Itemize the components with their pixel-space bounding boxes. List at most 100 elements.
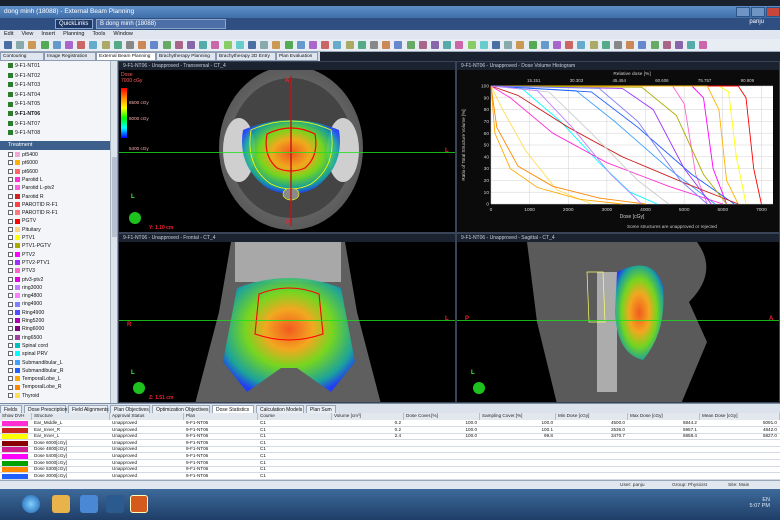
visibility-checkbox[interactable] — [8, 293, 13, 299]
column-header[interactable]: Max Dose [cGy] — [628, 413, 700, 420]
toolbar-button[interactable] — [516, 41, 525, 49]
toolbar-button[interactable] — [504, 41, 513, 49]
plan-item[interactable]: 9-F1-NT05 — [8, 101, 40, 109]
toolbar-button[interactable] — [309, 41, 317, 49]
column-header[interactable]: Approval Status — [110, 413, 184, 420]
dvh-line-swatch[interactable] — [2, 467, 28, 473]
plan-item[interactable]: 9-F1-NT02 — [8, 73, 40, 81]
toolbar-button[interactable] — [589, 41, 598, 49]
toolbar-button[interactable] — [675, 41, 683, 49]
toolbar-button[interactable] — [272, 41, 281, 49]
toolbar-button[interactable] — [601, 41, 610, 49]
structure-item[interactable]: PAROTID R-F1 — [8, 210, 58, 218]
structure-item[interactable]: ring4900 — [8, 301, 42, 309]
toolbar-button[interactable] — [455, 41, 464, 49]
toolbar-button[interactable] — [40, 41, 49, 49]
menu-item[interactable]: Tools — [93, 31, 106, 38]
visibility-checkbox[interactable] — [8, 210, 13, 216]
plan-item[interactable]: 9-F1-NT08 — [8, 130, 40, 138]
toolbar-button[interactable] — [553, 41, 561, 49]
dvh-line-swatch[interactable] — [2, 447, 28, 453]
structure-item[interactable]: Spinal cord — [8, 343, 48, 351]
visibility-checkbox[interactable] — [8, 351, 13, 357]
menu-item[interactable]: Insert — [41, 31, 55, 38]
toolbar-button[interactable] — [699, 41, 708, 49]
plan-item[interactable]: 9-F1-NT04 — [8, 92, 40, 100]
toolbar-button[interactable] — [284, 41, 293, 49]
toolbar-button[interactable] — [418, 41, 427, 49]
toolbar-button[interactable] — [77, 41, 86, 49]
structure-item[interactable]: PTV2-PTV1 — [8, 260, 50, 268]
menu-item[interactable]: Edit — [4, 31, 13, 38]
toolbar-button[interactable] — [370, 41, 378, 49]
visibility-checkbox[interactable] — [8, 243, 13, 249]
toolbar-button[interactable] — [260, 41, 269, 49]
column-header[interactable]: Course — [258, 413, 332, 420]
column-header[interactable]: Show DVH — [0, 413, 32, 420]
toolbar-button[interactable] — [187, 41, 195, 49]
toolbar-button[interactable] — [650, 41, 659, 49]
tab-brachytherapy-planning[interactable]: Brachytherapy Planning — [156, 52, 216, 61]
visibility-checkbox[interactable] — [8, 160, 13, 166]
structure-item[interactable]: PTV2 — [8, 252, 35, 260]
structure-item[interactable]: TemporalLobe_L — [8, 376, 61, 384]
patient-selector[interactable]: B dong minh (18088) — [96, 19, 226, 29]
column-header[interactable]: Dose Cover.[%] — [404, 413, 480, 420]
toolbar-button[interactable] — [357, 41, 366, 49]
visibility-checkbox[interactable] — [8, 301, 13, 307]
structure-item[interactable]: spinal PRV — [8, 351, 48, 359]
dvh-line-swatch[interactable] — [2, 473, 28, 479]
toolbar-button[interactable] — [113, 41, 122, 49]
plan-item[interactable]: 9-F1-NT06 — [8, 111, 40, 119]
visibility-checkbox[interactable] — [8, 343, 13, 349]
toolbar-button[interactable] — [687, 41, 696, 49]
system-tray[interactable]: EN 5:07 PM — [750, 497, 770, 509]
structure-item[interactable]: PTV1-PGTV — [8, 243, 51, 251]
structure-item[interactable]: PTV3 — [8, 268, 35, 276]
plan-item[interactable]: 9-F1-NT01 — [8, 63, 40, 71]
visibility-checkbox[interactable] — [8, 226, 13, 232]
toolbar-button[interactable] — [638, 41, 647, 49]
toolbar-button[interactable] — [565, 41, 574, 49]
structure-item[interactable]: Submandibular_R — [8, 368, 64, 376]
sagittal-view[interactable]: 9-F1-NT06 - Unapproved - Sagittal - CT_4… — [456, 233, 780, 403]
structure-item[interactable]: PGTV — [8, 218, 36, 226]
column-header[interactable]: Sampling Cover.[%] — [480, 413, 556, 420]
menu-item[interactable]: View — [21, 31, 33, 38]
tab-contouring[interactable]: Contouring — [0, 52, 44, 61]
treatment-row[interactable]: Treatment — [0, 141, 117, 150]
visibility-checkbox[interactable] — [8, 367, 13, 373]
structure-item[interactable]: PTV1 — [8, 235, 35, 243]
structure-item[interactable]: Parotid L-ptv2 — [8, 185, 54, 193]
toolbar-button[interactable] — [52, 41, 61, 49]
plan-item[interactable]: 9-F1-NT03 — [8, 82, 40, 90]
structure-item[interactable]: Ring4900 — [8, 310, 44, 318]
visibility-checkbox[interactable] — [8, 168, 13, 174]
toolbar-button[interactable] — [345, 41, 354, 49]
toolbar-button[interactable] — [28, 41, 37, 49]
structure-item[interactable]: Thyroid — [8, 393, 39, 401]
maximize-button[interactable] — [751, 7, 765, 17]
current-user[interactable]: panju — [749, 19, 764, 29]
structure-item[interactable]: Parotid R — [8, 194, 44, 202]
tab-plan-evaluation[interactable]: Plan Evaluation — [276, 52, 318, 61]
structure-item[interactable]: Submandibular_L — [8, 360, 63, 368]
toolbar-button[interactable] — [540, 41, 549, 49]
visibility-checkbox[interactable] — [8, 309, 13, 315]
structure-item[interactable]: Ring6000 — [8, 326, 44, 334]
toolbar-button[interactable] — [65, 41, 73, 49]
scope-scrollbar[interactable] — [110, 61, 117, 403]
toolbar-button[interactable] — [406, 41, 415, 49]
toolbar-button[interactable] — [577, 41, 586, 49]
structure-item[interactable]: ring4800 — [8, 293, 42, 301]
dvh-line-swatch[interactable] — [2, 454, 28, 459]
column-header[interactable]: Mean Dose [cGy] — [700, 413, 780, 420]
plan-item[interactable]: 9-F1-NT07 — [8, 121, 40, 129]
toolbar-button[interactable] — [150, 41, 159, 49]
visibility-checkbox[interactable] — [8, 392, 13, 398]
toolbar-button[interactable] — [211, 41, 220, 49]
start-button-icon[interactable] — [22, 495, 40, 513]
toolbar-button[interactable] — [126, 41, 134, 49]
visibility-checkbox[interactable] — [8, 235, 13, 241]
dvh-line-swatch[interactable] — [2, 421, 28, 426]
